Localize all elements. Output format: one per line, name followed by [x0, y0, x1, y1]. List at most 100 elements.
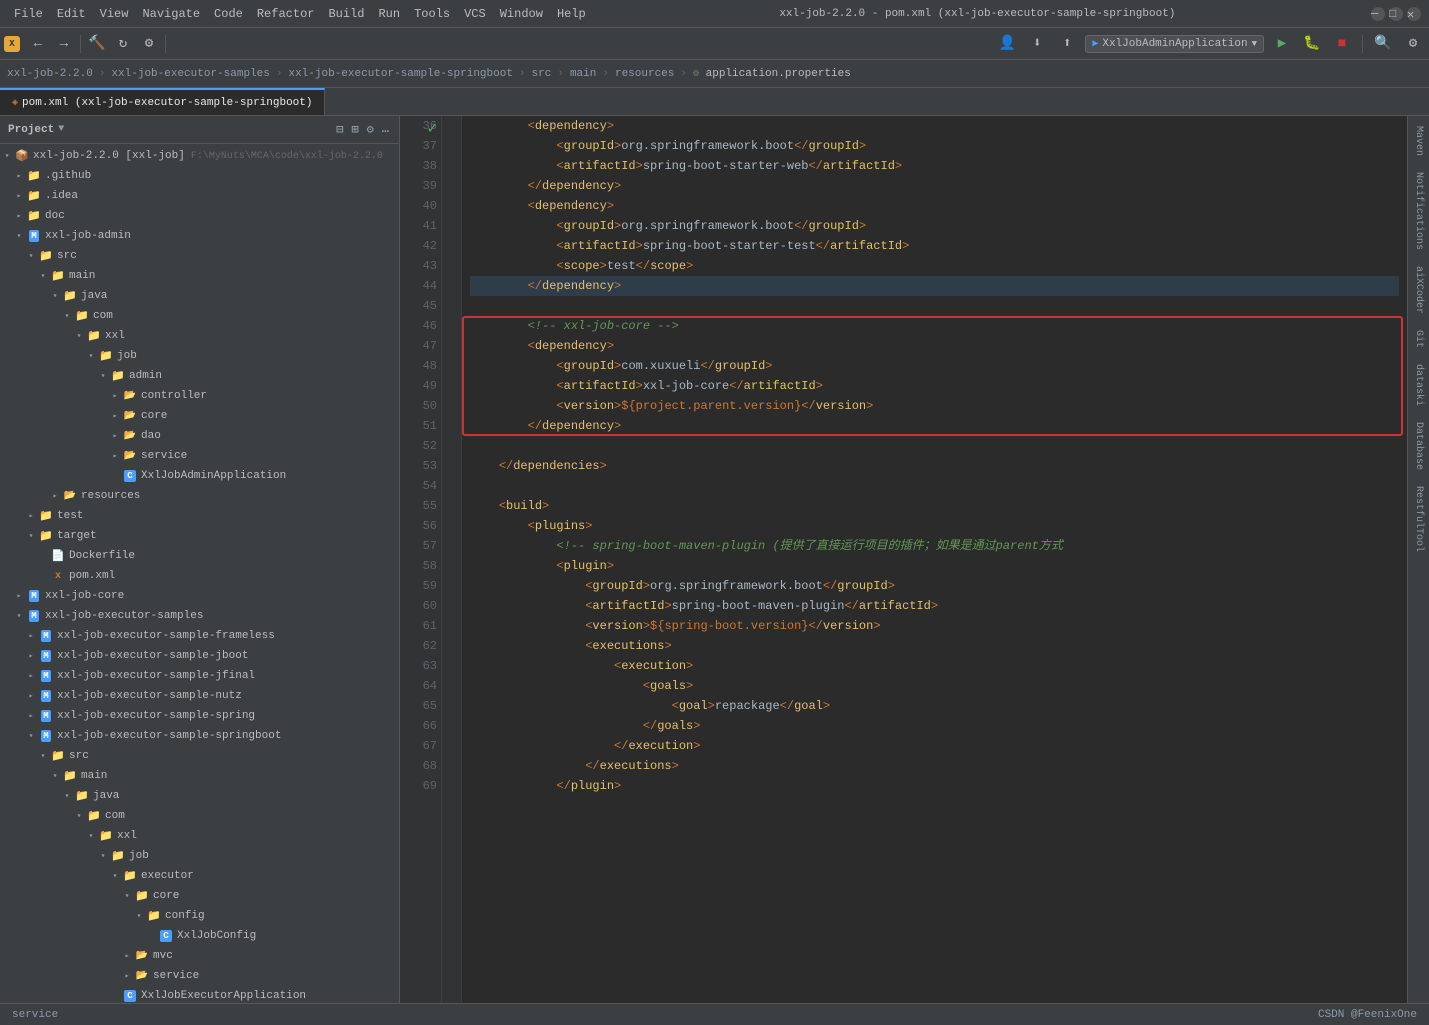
menu-navigate[interactable]: Navigate — [136, 5, 206, 23]
tree-item-icon: 📁 — [74, 308, 90, 324]
vcs-update-button[interactable]: ⬇ — [1025, 32, 1049, 56]
notifications-panel-button[interactable]: Notifications — [1411, 166, 1426, 256]
tree-item-xxl-job-executor-sample-springboot[interactable]: ▾Mxxl-job-executor-sample-springboot — [0, 726, 399, 746]
tree-item-xxl-job-executor-sample-nutz[interactable]: ▸Mxxl-job-executor-sample-nutz — [0, 686, 399, 706]
tree-item-xxl-job-executor-sample-frameless[interactable]: ▸Mxxl-job-executor-sample-frameless — [0, 626, 399, 646]
minimize-button[interactable]: ─ — [1371, 7, 1385, 21]
editor-tab-pom[interactable]: ◈ pom.xml (xxl-job-executor-sample-sprin… — [0, 88, 325, 115]
breadcrumb-resources[interactable]: resources — [612, 66, 677, 82]
tree-item-xxl-job-2-2-0--xxl-job-[interactable]: ▾📦xxl-job-2.2.0 [xxl-job] F:\MyNuts\MCA\… — [0, 146, 399, 166]
tree-item--github[interactable]: ▸📁.github — [0, 166, 399, 186]
tree-item-java[interactable]: ▾📁java — [0, 786, 399, 806]
menu-refactor[interactable]: Refactor — [251, 5, 321, 23]
sidebar-dropdown-icon[interactable]: ▼ — [58, 124, 64, 135]
dataski-panel-button[interactable]: dataski — [1411, 358, 1426, 412]
code-line: <artifactId>spring-boot-starter-test</ar… — [470, 236, 1399, 256]
tree-item--idea[interactable]: ▸📁.idea — [0, 186, 399, 206]
git-panel-button[interactable]: Git — [1411, 324, 1426, 354]
menu-view[interactable]: View — [94, 5, 135, 23]
forward-button[interactable]: → — [52, 32, 76, 56]
code-editor[interactable]: <dependency> <groupId>org.springframewor… — [462, 116, 1407, 1003]
tree-item-label: resources — [81, 490, 140, 502]
tree-item-main[interactable]: ▾📁main — [0, 766, 399, 786]
menu-file[interactable]: File — [8, 5, 49, 23]
breadcrumb-main[interactable]: main — [567, 66, 599, 82]
settings-icon[interactable]: ⚙ — [365, 122, 376, 137]
menu-run[interactable]: Run — [372, 5, 406, 23]
tree-item-doc[interactable]: ▸📁doc — [0, 206, 399, 226]
tree-item-xxljobconfig[interactable]: CXxlJobConfig — [0, 926, 399, 946]
tree-item-pom-xml[interactable]: xpom.xml — [0, 566, 399, 586]
breadcrumb-src[interactable]: src — [529, 66, 555, 82]
breadcrumb-executor-samples[interactable]: xxl-job-executor-samples — [108, 66, 272, 82]
tree-item-executor[interactable]: ▾📁executor — [0, 866, 399, 886]
settings-button[interactable]: ⚙ — [137, 32, 161, 56]
tree-item-resources[interactable]: ▸📂resources — [0, 486, 399, 506]
debug-button[interactable]: 🐛 — [1300, 32, 1324, 56]
tree-item-controller[interactable]: ▸📂controller — [0, 386, 399, 406]
tree-item-xxl-job-executor-sample-jboot[interactable]: ▸Mxxl-job-executor-sample-jboot — [0, 646, 399, 666]
maven-panel-button[interactable]: Maven — [1411, 120, 1426, 162]
back-button[interactable]: ← — [26, 32, 50, 56]
tree-item-xxl-job-executor-sample-spring[interactable]: ▸Mxxl-job-executor-sample-spring — [0, 706, 399, 726]
menu-tools[interactable]: Tools — [408, 5, 456, 23]
tree-item-target[interactable]: ▾📁target — [0, 526, 399, 546]
profile-button[interactable]: 👤 — [995, 32, 1019, 56]
tree-item-src[interactable]: ▾📁src — [0, 246, 399, 266]
tree-item-job[interactable]: ▾📁job — [0, 846, 399, 866]
tree-item-job[interactable]: ▾📁job — [0, 346, 399, 366]
tree-item-xxl[interactable]: ▾📁xxl — [0, 826, 399, 846]
tree-item-com[interactable]: ▾📁com — [0, 806, 399, 826]
tree-item-xxl-job-admin[interactable]: ▾Mxxl-job-admin — [0, 226, 399, 246]
build-button[interactable]: 🔨 — [85, 32, 109, 56]
tree-item-service[interactable]: ▸📂service — [0, 966, 399, 986]
menu-build[interactable]: Build — [322, 5, 370, 23]
menu-bar[interactable]: File Edit View Navigate Code Refactor Bu… — [8, 5, 592, 23]
stop-button[interactable]: ■ — [1330, 32, 1354, 56]
tree-item-xxl[interactable]: ▾📁xxl — [0, 326, 399, 346]
tree-item-admin[interactable]: ▾📁admin — [0, 366, 399, 386]
tree-item-config[interactable]: ▾📁config — [0, 906, 399, 926]
run-config-selector[interactable]: ▶ XxlJobAdminApplication ▼ — [1085, 35, 1264, 53]
breadcrumb-file[interactable]: ⚙ application.properties — [690, 66, 854, 82]
tree-item-test[interactable]: ▸📁test — [0, 506, 399, 526]
menu-edit[interactable]: Edit — [51, 5, 92, 23]
database-panel-button[interactable]: Database — [1411, 416, 1426, 476]
tree-item-core[interactable]: ▸📂core — [0, 406, 399, 426]
menu-help[interactable]: Help — [551, 5, 592, 23]
close-button[interactable]: ✕ — [1407, 7, 1421, 21]
breadcrumb-springboot[interactable]: xxl-job-executor-sample-springboot — [285, 66, 515, 82]
sidebar-gear-icon[interactable]: … — [380, 122, 391, 137]
tree-item-core[interactable]: ▾📁core — [0, 886, 399, 906]
tree-item-java[interactable]: ▾📁java — [0, 286, 399, 306]
menu-vcs[interactable]: VCS — [458, 5, 492, 23]
tree-item-xxljobexecutorapplication[interactable]: CXxlJobExecutorApplication — [0, 986, 399, 1003]
tree-item-service[interactable]: ▸📂service — [0, 446, 399, 466]
tree-item-com[interactable]: ▾📁com — [0, 306, 399, 326]
expand-all-button[interactable]: ⊞ — [349, 122, 360, 137]
menu-code[interactable]: Code — [208, 5, 249, 23]
menu-window[interactable]: Window — [494, 5, 549, 23]
settings-gear-button[interactable]: ⚙ — [1401, 32, 1425, 56]
tree-item-src[interactable]: ▾📁src — [0, 746, 399, 766]
tree-item-dockerfile[interactable]: 📄Dockerfile — [0, 546, 399, 566]
tree-item-xxljobadminapplication[interactable]: CXxlJobAdminApplication — [0, 466, 399, 486]
search-everywhere-button[interactable]: 🔍 — [1371, 32, 1395, 56]
tree-item-main[interactable]: ▾📁main — [0, 266, 399, 286]
collapse-all-button[interactable]: ⊟ — [334, 122, 345, 137]
maximize-button[interactable]: □ — [1389, 7, 1403, 21]
sync-button[interactable]: ↻ — [111, 32, 135, 56]
run-button[interactable]: ▶ — [1270, 32, 1294, 56]
breadcrumb-project[interactable]: xxl-job-2.2.0 — [4, 66, 96, 82]
tree-item-xxl-job-executor-samples[interactable]: ▾Mxxl-job-executor-samples — [0, 606, 399, 626]
tree-item-xxl-job-executor-sample-jfinal[interactable]: ▸Mxxl-job-executor-sample-jfinal — [0, 666, 399, 686]
project-tree[interactable]: ▾📦xxl-job-2.2.0 [xxl-job] F:\MyNuts\MCA\… — [0, 144, 399, 1003]
tree-item-dao[interactable]: ▸📂dao — [0, 426, 399, 446]
tree-item-mvc[interactable]: ▸📂mvc — [0, 946, 399, 966]
tree-item-label: dao — [141, 430, 161, 442]
restfultool-panel-button[interactable]: RestfulTool — [1411, 480, 1426, 558]
tree-item-xxl-job-core[interactable]: ▸Mxxl-job-core — [0, 586, 399, 606]
vcs-push-button[interactable]: ⬆ — [1055, 32, 1079, 56]
aixcoder-panel-button[interactable]: aiXCoder — [1411, 260, 1426, 320]
tree-item-label: main — [69, 270, 95, 282]
